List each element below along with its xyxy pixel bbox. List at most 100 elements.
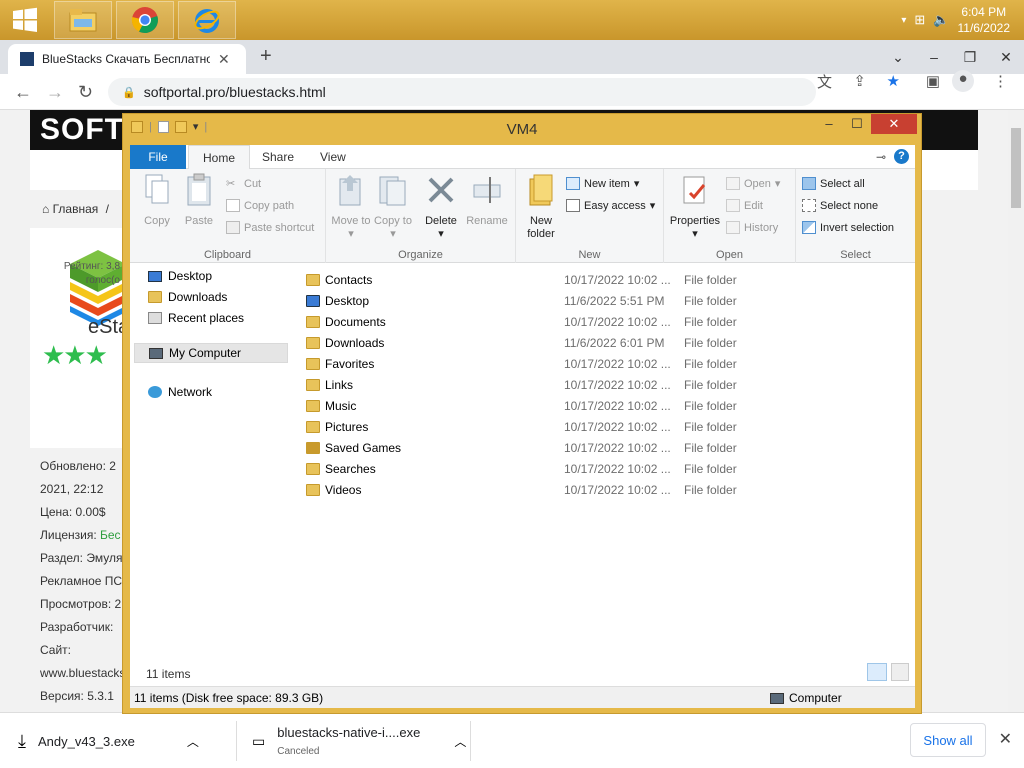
taskbar-chrome[interactable]: [116, 1, 174, 39]
clock[interactable]: 6:04 PM 11/6/2022: [958, 4, 1011, 36]
file-row[interactable]: Favorites 10/17/2022 10:02 ... File fold…: [306, 353, 906, 374]
explorer-minimize-icon[interactable]: –: [815, 114, 843, 134]
info-row: Раздел: Эмуля: [40, 551, 123, 565]
tab-view[interactable]: View: [306, 145, 360, 169]
volume-tray-icon[interactable]: 🔈: [933, 12, 949, 28]
easy-access-button[interactable]: Easy access ▾: [566, 199, 655, 212]
copy-to-label: Copy to: [374, 215, 412, 227]
select-none-button[interactable]: Select none: [802, 199, 878, 212]
restore-icon[interactable]: ❐: [952, 49, 988, 66]
breadcrumb-home[interactable]: Главная: [53, 202, 99, 216]
pin-ribbon-icon[interactable]: ⊸: [876, 150, 886, 164]
chevron-up-icon[interactable]: ︿: [187, 733, 199, 750]
file-name: Searches: [325, 461, 376, 476]
translate-icon[interactable]: 文: [817, 71, 832, 92]
taskbar-internet-explorer[interactable]: [178, 1, 236, 39]
windows-logo-icon: [13, 7, 37, 33]
nav-item-my-computer[interactable]: My Computer: [134, 343, 288, 363]
move-to-button[interactable]: Move to ▾: [330, 173, 372, 241]
browser-tab[interactable]: BlueStacks Скачать Бесплатно на ✕: [8, 44, 246, 74]
copy-button[interactable]: Copy: [136, 173, 178, 228]
page-scrollbar[interactable]: [1008, 110, 1024, 712]
rename-button[interactable]: Rename: [466, 173, 508, 228]
minimize-icon[interactable]: –: [916, 49, 952, 65]
invert-selection-button[interactable]: Invert selection: [802, 221, 894, 234]
help-icon[interactable]: ?: [894, 149, 909, 164]
side-panel-icon[interactable]: ▣: [926, 72, 940, 90]
tray-chevron-up-icon[interactable]: ▾: [901, 15, 906, 26]
tab-file[interactable]: File: [130, 145, 186, 169]
breadcrumb[interactable]: ⌂ Главная /: [42, 202, 109, 216]
show-all-button[interactable]: Show all: [910, 723, 986, 757]
select-group-label: Select: [840, 249, 871, 261]
explorer-maximize-icon[interactable]: ☐: [843, 114, 871, 134]
nav-label: Desktop: [168, 269, 213, 283]
file-row[interactable]: Desktop 11/6/2022 5:51 PM File folder: [306, 290, 906, 311]
file-row[interactable]: Searches 10/17/2022 10:02 ... File folde…: [306, 458, 906, 479]
download-item[interactable]: ⤓ Andy_v43_3.exe ︿: [18, 713, 238, 768]
file-row[interactable]: Saved Games 10/17/2022 10:02 ... File fo…: [306, 437, 906, 458]
download-item[interactable]: ▭ bluestacks-native-i....exe Canceled ︿: [252, 713, 472, 768]
scrollbar-thumb[interactable]: [1011, 128, 1021, 208]
new-tab-button[interactable]: +: [260, 45, 272, 68]
info-row: Лицензия: Бес: [40, 528, 121, 542]
paste-shortcut-button[interactable]: Paste shortcut: [226, 221, 314, 234]
profile-avatar-icon[interactable]: ●: [952, 70, 974, 92]
bookmark-star-icon[interactable]: ★: [887, 72, 900, 90]
file-name: Downloads: [325, 335, 385, 350]
info-row: Версия: 5.3.1: [40, 689, 114, 703]
properties-label: Properties: [669, 215, 721, 227]
chevron-up-icon[interactable]: ︿: [454, 733, 466, 750]
taskbar-file-explorer[interactable]: [54, 1, 112, 39]
explorer-close-icon[interactable]: ✕: [871, 114, 917, 134]
file-type: File folder: [684, 335, 737, 350]
file-row[interactable]: Links 10/17/2022 10:02 ... File folder: [306, 374, 906, 395]
cut-button[interactable]: ✂ Cut: [226, 177, 261, 191]
delete-button[interactable]: Delete ▾: [420, 173, 462, 241]
network-tray-icon[interactable]: ⊞: [914, 12, 925, 28]
scissors-icon: ✂: [226, 178, 236, 190]
file-row[interactable]: Documents 10/17/2022 10:02 ... File fold…: [306, 311, 906, 332]
file-row[interactable]: Music 10/17/2022 10:02 ... File folder: [306, 395, 906, 416]
nav-item-recent-places[interactable]: Recent places: [148, 311, 244, 325]
properties-button[interactable]: Properties ▾: [668, 173, 722, 241]
nav-item-network[interactable]: Network: [148, 385, 212, 399]
tab-search-icon[interactable]: ⌄: [880, 49, 916, 66]
new-folder-button[interactable]: New folder: [520, 173, 562, 241]
nav-item-downloads[interactable]: Downloads: [148, 290, 227, 304]
file-row[interactable]: Pictures 10/17/2022 10:02 ... File folde…: [306, 416, 906, 437]
paste-button[interactable]: Paste: [178, 173, 220, 228]
file-row[interactable]: Downloads 11/6/2022 6:01 PM File folder: [306, 332, 906, 353]
tab-close-icon[interactable]: ✕: [218, 51, 230, 68]
address-bar[interactable]: 🔒 softportal.pro/bluestacks.html: [108, 78, 816, 106]
copy-to-button[interactable]: Copy to ▾: [372, 173, 414, 241]
menu-kebab-icon[interactable]: ⋮: [993, 72, 1008, 90]
back-arrow-icon[interactable]: ←: [14, 82, 32, 103]
start-button[interactable]: [0, 0, 50, 40]
url-text: softportal.pro/bluestacks.html: [143, 84, 326, 100]
new-item-button[interactable]: New item ▾: [566, 177, 639, 190]
info-row: Просмотров: 2: [40, 597, 122, 611]
select-all-button[interactable]: Select all: [802, 177, 865, 190]
forward-arrow-icon[interactable]: →: [46, 82, 64, 103]
copy-label: Copy: [144, 215, 170, 227]
edit-button[interactable]: Edit: [726, 199, 763, 212]
softportal-favicon-icon: [20, 52, 34, 66]
close-download-bar-icon[interactable]: ✕: [999, 729, 1012, 749]
info-row[interactable]: www.bluestacks: [40, 662, 125, 685]
copy-path-button[interactable]: Copy path: [226, 199, 294, 212]
file-row[interactable]: Videos 10/17/2022 10:02 ... File folder: [306, 479, 906, 500]
history-button[interactable]: History: [726, 221, 778, 234]
tab-home[interactable]: Home: [188, 145, 251, 170]
explorer-titlebar[interactable]: | ▾ | VM4 – ☐ ✕: [123, 114, 921, 144]
nav-item-desktop[interactable]: Desktop: [148, 269, 212, 283]
reload-icon[interactable]: ↻: [78, 82, 93, 103]
open-button[interactable]: Open ▾: [726, 177, 780, 190]
file-row[interactable]: Contacts 10/17/2022 10:02 ... File folde…: [306, 269, 906, 290]
large-icons-view-icon[interactable]: [891, 663, 909, 681]
share-icon[interactable]: ⇪: [853, 72, 866, 90]
file-name: Contacts: [325, 272, 373, 287]
close-window-icon[interactable]: ✕: [988, 49, 1024, 66]
details-view-icon[interactable]: [867, 663, 887, 681]
tab-share[interactable]: Share: [248, 145, 308, 169]
